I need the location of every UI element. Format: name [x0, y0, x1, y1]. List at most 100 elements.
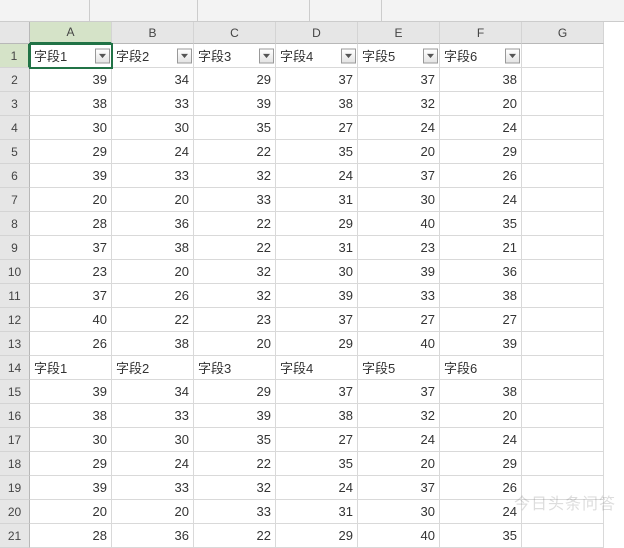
row-header-11[interactable]: 11: [0, 284, 30, 308]
cell-F14[interactable]: 字段6: [440, 356, 522, 380]
cell-B1[interactable]: 字段2: [112, 44, 194, 68]
cell-F9[interactable]: 21: [440, 236, 522, 260]
cell-F1[interactable]: 字段6: [440, 44, 522, 68]
cell-C17[interactable]: 35: [194, 428, 276, 452]
cell-D1[interactable]: 字段4: [276, 44, 358, 68]
cell-B19[interactable]: 33: [112, 476, 194, 500]
cell-A12[interactable]: 40: [30, 308, 112, 332]
cell-E6[interactable]: 37: [358, 164, 440, 188]
filter-dropdown-icon[interactable]: [341, 48, 356, 63]
cell-B2[interactable]: 34: [112, 68, 194, 92]
cell-B20[interactable]: 20: [112, 500, 194, 524]
cell-G5[interactable]: [522, 140, 604, 164]
cell-B3[interactable]: 33: [112, 92, 194, 116]
cell-F10[interactable]: 36: [440, 260, 522, 284]
filter-dropdown-icon[interactable]: [177, 48, 192, 63]
filter-dropdown-icon[interactable]: [423, 48, 438, 63]
cell-F17[interactable]: 24: [440, 428, 522, 452]
cell-F2[interactable]: 38: [440, 68, 522, 92]
cell-F16[interactable]: 20: [440, 404, 522, 428]
cell-B7[interactable]: 20: [112, 188, 194, 212]
cell-E19[interactable]: 37: [358, 476, 440, 500]
cell-E14[interactable]: 字段5: [358, 356, 440, 380]
cell-D14[interactable]: 字段4: [276, 356, 358, 380]
cell-A3[interactable]: 38: [30, 92, 112, 116]
cell-C6[interactable]: 32: [194, 164, 276, 188]
cell-G3[interactable]: [522, 92, 604, 116]
cell-D17[interactable]: 27: [276, 428, 358, 452]
cell-G7[interactable]: [522, 188, 604, 212]
cell-B6[interactable]: 33: [112, 164, 194, 188]
cell-A9[interactable]: 37: [30, 236, 112, 260]
row-header-10[interactable]: 10: [0, 260, 30, 284]
cell-C9[interactable]: 22: [194, 236, 276, 260]
cell-G10[interactable]: [522, 260, 604, 284]
select-all-corner[interactable]: [0, 22, 30, 44]
cell-C15[interactable]: 29: [194, 380, 276, 404]
column-header-C[interactable]: C: [194, 22, 276, 44]
cell-E9[interactable]: 23: [358, 236, 440, 260]
cell-E13[interactable]: 40: [358, 332, 440, 356]
column-header-A[interactable]: A: [30, 22, 112, 44]
row-header-3[interactable]: 3: [0, 92, 30, 116]
cell-A2[interactable]: 39: [30, 68, 112, 92]
cell-E1[interactable]: 字段5: [358, 44, 440, 68]
row-header-18[interactable]: 18: [0, 452, 30, 476]
cell-A6[interactable]: 39: [30, 164, 112, 188]
cell-C5[interactable]: 22: [194, 140, 276, 164]
row-header-20[interactable]: 20: [0, 500, 30, 524]
cell-C12[interactable]: 23: [194, 308, 276, 332]
row-header-6[interactable]: 6: [0, 164, 30, 188]
cell-C16[interactable]: 39: [194, 404, 276, 428]
cell-B10[interactable]: 20: [112, 260, 194, 284]
cell-D13[interactable]: 29: [276, 332, 358, 356]
cell-C10[interactable]: 32: [194, 260, 276, 284]
cell-G16[interactable]: [522, 404, 604, 428]
cell-E4[interactable]: 24: [358, 116, 440, 140]
cell-D4[interactable]: 27: [276, 116, 358, 140]
cell-F20[interactable]: 24: [440, 500, 522, 524]
cell-C11[interactable]: 32: [194, 284, 276, 308]
cell-B4[interactable]: 30: [112, 116, 194, 140]
cell-F15[interactable]: 38: [440, 380, 522, 404]
cell-D2[interactable]: 37: [276, 68, 358, 92]
cell-A16[interactable]: 38: [30, 404, 112, 428]
cell-B11[interactable]: 26: [112, 284, 194, 308]
cell-B17[interactable]: 30: [112, 428, 194, 452]
cell-F8[interactable]: 35: [440, 212, 522, 236]
cell-G20[interactable]: [522, 500, 604, 524]
cell-F5[interactable]: 29: [440, 140, 522, 164]
cell-E15[interactable]: 37: [358, 380, 440, 404]
cell-B14[interactable]: 字段2: [112, 356, 194, 380]
cell-E2[interactable]: 37: [358, 68, 440, 92]
cell-D6[interactable]: 24: [276, 164, 358, 188]
cell-E5[interactable]: 20: [358, 140, 440, 164]
cell-D11[interactable]: 39: [276, 284, 358, 308]
cell-A13[interactable]: 26: [30, 332, 112, 356]
row-header-16[interactable]: 16: [0, 404, 30, 428]
cell-D5[interactable]: 35: [276, 140, 358, 164]
row-header-17[interactable]: 17: [0, 428, 30, 452]
cell-D8[interactable]: 29: [276, 212, 358, 236]
cell-B9[interactable]: 38: [112, 236, 194, 260]
row-header-15[interactable]: 15: [0, 380, 30, 404]
cell-G8[interactable]: [522, 212, 604, 236]
row-header-9[interactable]: 9: [0, 236, 30, 260]
cell-G11[interactable]: [522, 284, 604, 308]
cell-D10[interactable]: 30: [276, 260, 358, 284]
row-header-12[interactable]: 12: [0, 308, 30, 332]
cell-C14[interactable]: 字段3: [194, 356, 276, 380]
cell-B15[interactable]: 34: [112, 380, 194, 404]
cell-G12[interactable]: [522, 308, 604, 332]
cell-D9[interactable]: 31: [276, 236, 358, 260]
cell-D18[interactable]: 35: [276, 452, 358, 476]
cell-C13[interactable]: 20: [194, 332, 276, 356]
filter-dropdown-icon[interactable]: [259, 48, 274, 63]
cell-E3[interactable]: 32: [358, 92, 440, 116]
cell-G4[interactable]: [522, 116, 604, 140]
cell-G6[interactable]: [522, 164, 604, 188]
cell-F13[interactable]: 39: [440, 332, 522, 356]
cell-D12[interactable]: 37: [276, 308, 358, 332]
cell-G9[interactable]: [522, 236, 604, 260]
cell-G18[interactable]: [522, 452, 604, 476]
